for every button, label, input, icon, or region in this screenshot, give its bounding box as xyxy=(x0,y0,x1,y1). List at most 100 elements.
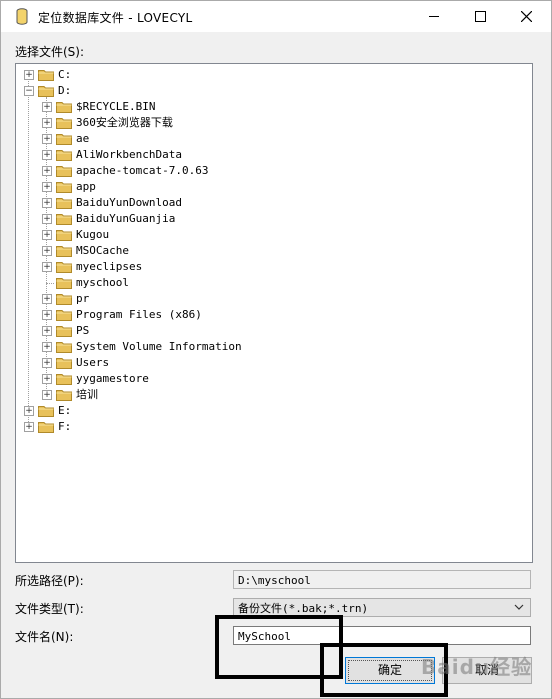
tree-folder-item[interactable]: + BaiduYunDownload xyxy=(42,195,512,211)
tree-folder-item[interactable]: + $RECYCLE.BIN xyxy=(42,99,512,115)
tree-guide-line xyxy=(28,76,29,428)
tree-folder-item[interactable]: + myeclipses xyxy=(42,259,512,275)
expand-icon[interactable]: + xyxy=(42,182,52,192)
folder-icon xyxy=(56,164,72,177)
folder-icon xyxy=(56,276,72,289)
tree-item-label: pr xyxy=(76,292,90,305)
folder-icon xyxy=(56,388,72,401)
tree-item-label: Program Files (x86) xyxy=(76,308,202,321)
folder-icon xyxy=(56,132,72,145)
tree-folder-item[interactable]: + Users xyxy=(42,355,512,371)
folder-icon xyxy=(56,228,72,241)
expand-icon[interactable]: + xyxy=(24,70,34,80)
expand-icon[interactable]: + xyxy=(42,198,52,208)
expand-icon[interactable]: + xyxy=(42,358,52,368)
tree-item-label: app xyxy=(76,180,96,193)
folder-icon xyxy=(56,116,72,129)
title-bar: 定位数据库文件 - LOVECYL xyxy=(1,1,551,32)
maximize-button[interactable] xyxy=(457,1,503,32)
expand-icon[interactable]: + xyxy=(42,230,52,240)
folder-icon xyxy=(56,356,72,369)
tree-folder-item[interactable]: +360安全浏览器下载 xyxy=(42,115,512,131)
minimize-icon xyxy=(429,16,439,17)
expand-icon[interactable]: + xyxy=(42,262,52,272)
tree-item-label: yygamestore xyxy=(76,372,149,385)
minimize-button[interactable] xyxy=(411,1,457,32)
tree-folder-item[interactable]: + app xyxy=(42,179,512,195)
tree-folder-item[interactable]: + yygamestore xyxy=(42,371,512,387)
tree-item-label: D: xyxy=(58,84,72,97)
expand-icon[interactable]: + xyxy=(24,422,34,432)
folder-icon xyxy=(38,68,54,81)
expand-icon[interactable]: + xyxy=(24,406,34,416)
tree-item-label: MSOCache xyxy=(76,244,129,257)
close-button[interactable] xyxy=(503,1,549,32)
expand-icon[interactable]: + xyxy=(42,326,52,336)
file-tree[interactable]: + C: − D: + $RECYCLE.BIN +360安全浏览器下载 + ae + AliWor… xyxy=(15,63,533,563)
tree-item-label: 360安全浏览器下载 xyxy=(76,116,173,129)
expand-icon[interactable]: + xyxy=(42,342,52,352)
tree-item-label: apache-tomcat-7.0.63 xyxy=(76,164,209,177)
tree-folder-item[interactable]: + Program Files (x86) xyxy=(42,307,512,323)
folder-icon xyxy=(56,324,72,337)
tree-drive-e[interactable]: + E: xyxy=(24,403,494,419)
folder-icon xyxy=(56,292,72,305)
tree-item-label: BaiduYunGuanjia xyxy=(76,212,176,225)
folder-icon xyxy=(56,308,72,321)
tree-item-label: BaiduYunDownload xyxy=(76,196,182,209)
folder-icon xyxy=(56,196,72,209)
folder-icon xyxy=(38,404,54,417)
tree-folder-item[interactable]: + PS xyxy=(42,323,512,339)
expand-icon[interactable]: + xyxy=(42,294,52,304)
expand-icon[interactable]: + xyxy=(42,134,52,144)
tree-folder-item[interactable]: myschool xyxy=(42,275,512,291)
expand-icon[interactable]: + xyxy=(42,166,52,176)
selected-path-field: D:\myschool xyxy=(233,570,531,589)
tree-folder-item[interactable]: + pr xyxy=(42,291,512,307)
expand-icon[interactable]: + xyxy=(42,118,52,128)
window-title: 定位数据库文件 - LOVECYL xyxy=(38,11,193,25)
close-icon xyxy=(520,10,532,23)
tree-item-label: myschool xyxy=(76,276,129,289)
locate-database-file-dialog: 定位数据库文件 - LOVECYL 选择文件(S): + C: − D: + $RECYC… xyxy=(0,0,552,699)
tree-folder-item[interactable]: + MSOCache xyxy=(42,243,512,259)
tree-folder-item[interactable]: + BaiduYunGuanjia xyxy=(42,211,512,227)
expand-icon[interactable]: + xyxy=(42,246,52,256)
tree-item-label: Kugou xyxy=(76,228,110,241)
tree-drive-c[interactable]: + C: xyxy=(24,67,494,83)
collapse-icon[interactable]: − xyxy=(24,86,34,96)
expand-icon[interactable]: + xyxy=(42,310,52,320)
expand-icon[interactable]: + xyxy=(42,390,52,400)
chevron-down-icon xyxy=(514,604,524,610)
tree-item-label: ae xyxy=(76,132,90,145)
folder-icon xyxy=(56,340,72,353)
expand-icon[interactable]: + xyxy=(42,102,52,112)
folder-icon xyxy=(56,100,72,113)
tree-folder-item[interactable]: + AliWorkbenchData xyxy=(42,147,512,163)
expand-icon[interactable]: + xyxy=(42,374,52,384)
folder-icon xyxy=(38,420,54,433)
folder-icon xyxy=(56,244,72,257)
expand-icon[interactable]: + xyxy=(42,150,52,160)
tree-item-label: E: xyxy=(58,404,72,417)
expand-icon[interactable]: + xyxy=(42,214,52,224)
database-icon xyxy=(16,8,28,25)
tree-item-label: myeclipses xyxy=(76,260,143,273)
tree-drive-d[interactable]: − D: xyxy=(24,83,494,99)
folder-icon xyxy=(56,180,72,193)
tree-folder-item[interactable]: + Kugou xyxy=(42,227,512,243)
file-type-label: 文件类型(T): xyxy=(15,602,84,616)
tree-item-label: System Volume Information xyxy=(76,340,242,353)
baidu-watermark: Baidu经验 xyxy=(421,655,533,679)
select-file-label: 选择文件(S): xyxy=(15,45,85,59)
selected-path-label: 所选路径(P): xyxy=(15,574,84,588)
tree-folder-item[interactable]: + apache-tomcat-7.0.63 xyxy=(42,163,512,179)
tree-folder-item[interactable]: + ae xyxy=(42,131,512,147)
tree-item-label: 培训 xyxy=(76,388,98,401)
tree-item-label: $RECYCLE.BIN xyxy=(76,100,156,113)
tree-drive-f[interactable]: + F: xyxy=(24,419,494,435)
folder-icon xyxy=(56,260,72,273)
folder-icon xyxy=(56,148,72,161)
tree-folder-item[interactable]: + System Volume Information xyxy=(42,339,512,355)
tree-folder-item[interactable]: + 培训 xyxy=(42,387,512,403)
